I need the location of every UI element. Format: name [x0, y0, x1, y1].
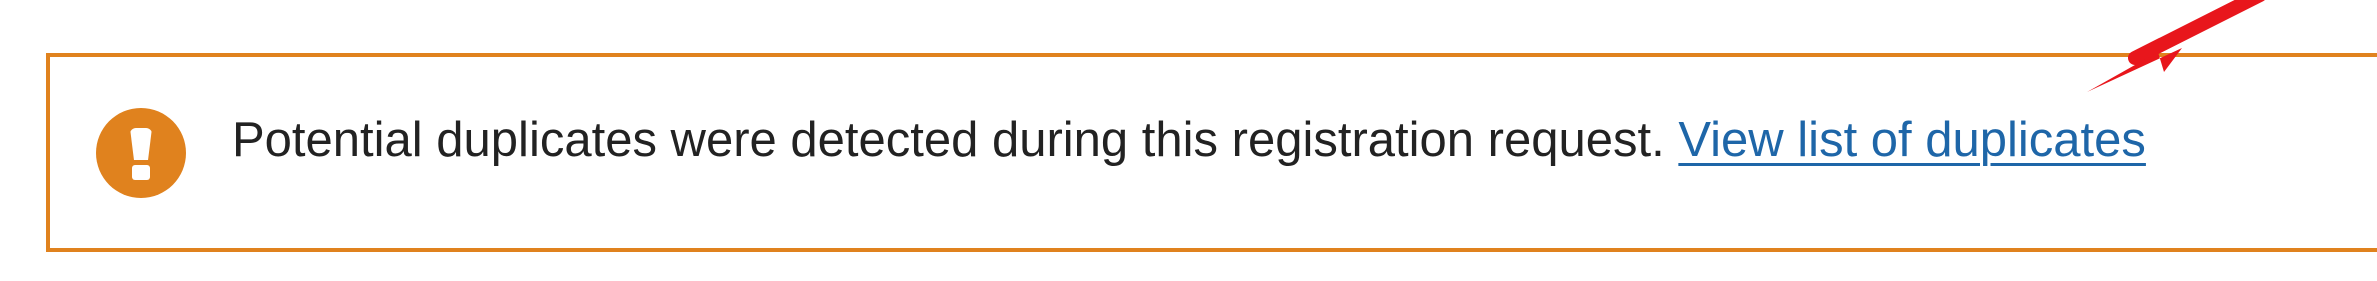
alert-message: Potential duplicates were detected durin… — [232, 113, 1665, 167]
exclamation-dot — [132, 165, 150, 180]
annotation-arrow-shaft — [2128, 0, 2265, 65]
alert-message-line: Potential duplicates were detected durin… — [232, 108, 2146, 172]
view-duplicates-link[interactable]: View list of duplicates — [1678, 113, 2146, 167]
exclamation-bar — [130, 128, 152, 160]
exclamation-icon — [96, 108, 186, 198]
annotation-arrow-icon — [2087, 0, 2265, 92]
